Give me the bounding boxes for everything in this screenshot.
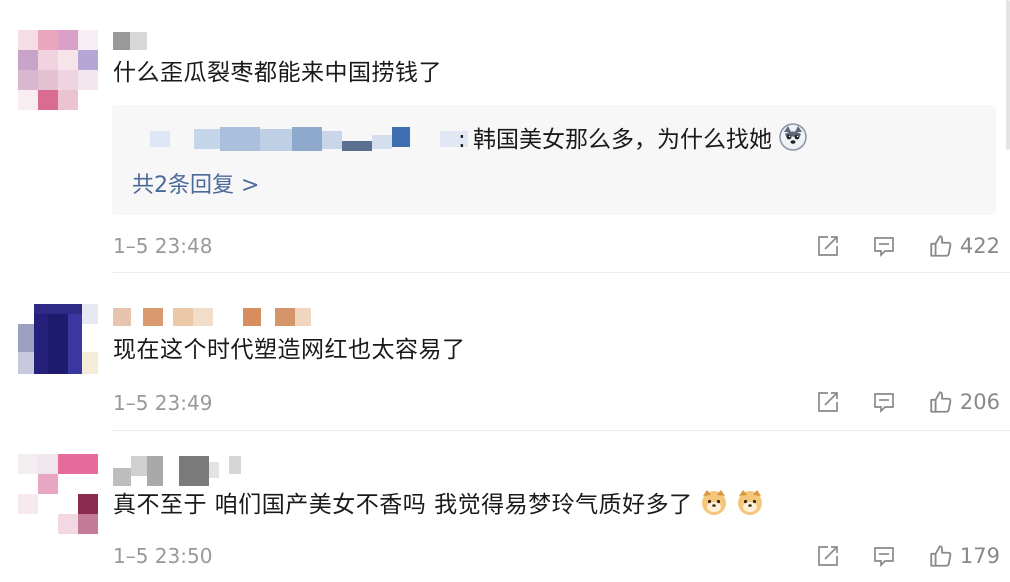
comment-actions: 179 bbox=[816, 541, 1000, 571]
comment-icon bbox=[874, 237, 894, 258]
share-button[interactable] bbox=[816, 544, 840, 568]
like-count: 179 bbox=[959, 544, 1000, 568]
comment-button[interactable] bbox=[872, 544, 896, 568]
timestamp: 1–5 23:50 bbox=[113, 544, 213, 568]
comment-actions: 206 bbox=[816, 387, 1000, 417]
reply-preview[interactable]: : 韩国美女那么多，为什么找她 共2条回复 > bbox=[112, 105, 996, 215]
share-button[interactable] bbox=[816, 234, 840, 258]
reply-text-content: : 韩国美女那么多，为什么找她 bbox=[458, 127, 773, 153]
comment-icon bbox=[874, 393, 894, 414]
share-icon bbox=[818, 546, 838, 566]
comment-text: 现在这个时代塑造网红也太容易了 bbox=[113, 337, 466, 363]
like-button[interactable]: 179 bbox=[928, 543, 1000, 569]
share-icon bbox=[818, 236, 838, 256]
dog-face-emoji bbox=[736, 488, 764, 524]
husky-face-emoji bbox=[779, 123, 808, 160]
comment-item: 什么歪瓜裂枣都能来中国捞钱了 : 韩国美女那么多，为什么找她 共2条回复 > 1… bbox=[0, 0, 1010, 270]
comment-item: 真不至于 咱们国产美女不香吗 我觉得易梦玲气质好多了 1–5 23:50 179 bbox=[0, 430, 1010, 582]
thumbs-up-icon bbox=[930, 545, 952, 567]
comment-actions: 422 bbox=[816, 231, 1000, 261]
reply-text: : 韩国美女那么多，为什么找她 bbox=[458, 123, 808, 160]
thumbs-up-icon bbox=[930, 391, 952, 413]
dog-face-emoji bbox=[700, 488, 728, 524]
like-button[interactable]: 206 bbox=[928, 389, 1000, 415]
timestamp: 1–5 23:49 bbox=[113, 391, 213, 415]
comment-item: 现在这个时代塑造网红也太容易了 1–5 23:49 206 bbox=[0, 272, 1010, 430]
avatar[interactable] bbox=[18, 304, 98, 374]
comment-text: 什么歪瓜裂枣都能来中国捞钱了 bbox=[113, 60, 442, 86]
comment-text: 真不至于 咱们国产美女不香吗 我觉得易梦玲气质好多了 bbox=[113, 488, 764, 524]
comment-icon bbox=[874, 547, 894, 568]
avatar[interactable] bbox=[18, 30, 98, 110]
thumbs-up-icon bbox=[930, 235, 952, 257]
reply-username-blurred[interactable] bbox=[150, 127, 468, 153]
comment-button[interactable] bbox=[872, 390, 896, 414]
timestamp: 1–5 23:48 bbox=[113, 234, 213, 258]
comment-text-content: 真不至于 咱们国产美女不香吗 我觉得易梦玲气质好多了 bbox=[113, 492, 693, 518]
share-button[interactable] bbox=[816, 390, 840, 414]
comment-button[interactable] bbox=[872, 234, 896, 258]
avatar[interactable] bbox=[18, 454, 98, 534]
like-button[interactable]: 422 bbox=[928, 233, 1000, 259]
view-replies-link[interactable]: 共2条回复 > bbox=[132, 171, 259, 201]
share-icon bbox=[818, 392, 838, 412]
like-count: 206 bbox=[959, 390, 1000, 414]
like-count: 422 bbox=[959, 234, 1000, 258]
